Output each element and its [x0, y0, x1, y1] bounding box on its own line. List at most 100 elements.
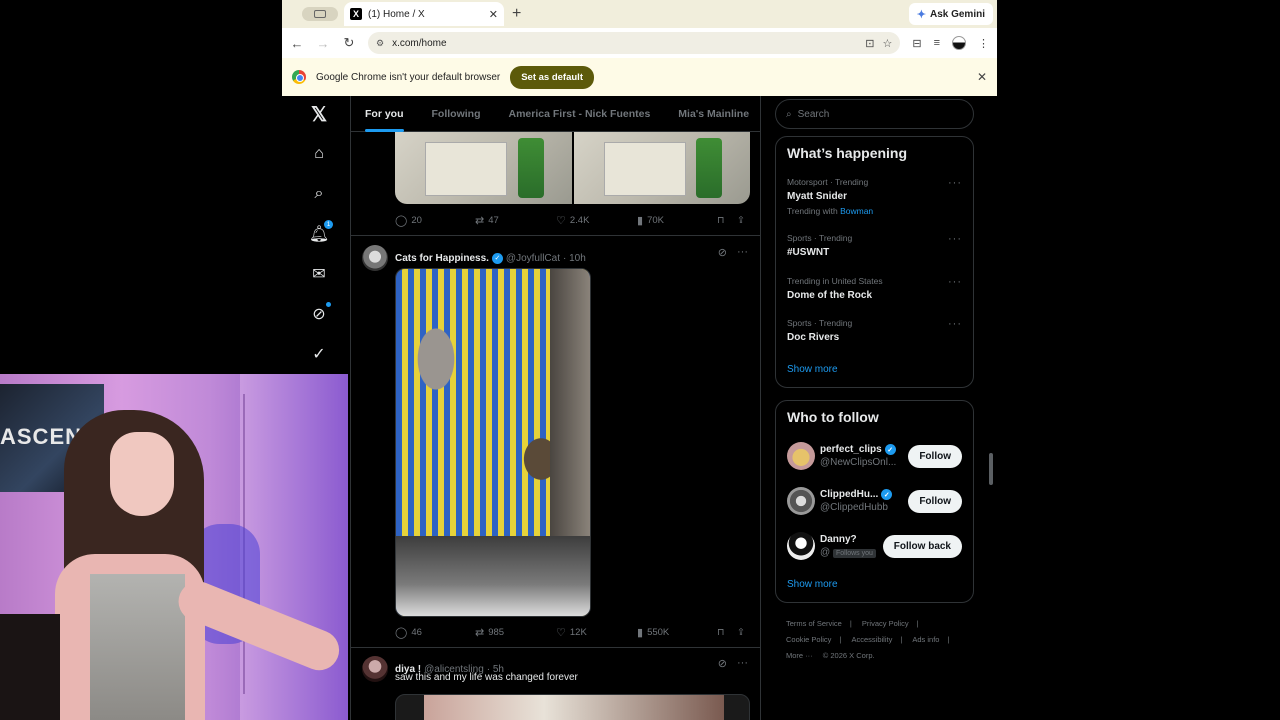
verified-check-icon[interactable]: ✓	[309, 344, 329, 364]
lens-icon[interactable]: ⊟	[912, 37, 921, 50]
avatar[interactable]	[787, 532, 815, 560]
trend-with-link[interactable]: Bowman	[840, 206, 873, 216]
like-button[interactable]: ♡ 2.4K	[556, 214, 637, 227]
follow-back-button[interactable]: Follow back	[882, 534, 962, 558]
trend-more-icon[interactable]: ···	[948, 276, 962, 288]
views-button[interactable]: ▮ 70K	[637, 214, 717, 227]
tab-for-you[interactable]: For you	[351, 96, 418, 132]
post-time[interactable]: · 10h	[563, 253, 586, 264]
avatar[interactable]	[787, 487, 815, 515]
trend-item[interactable]: Trending in United States Dome of the Ro…	[787, 276, 962, 301]
tab-list-america-first[interactable]: America First - Nick Fuentes	[495, 96, 665, 132]
explore-search-icon[interactable]: ⌕	[309, 184, 329, 204]
bookmark-star-icon[interactable]: ☆	[882, 37, 892, 50]
tab-home[interactable]: X (1) Home / X ✕	[344, 2, 504, 26]
trends-show-more-link[interactable]: Show more	[787, 364, 838, 375]
trend-item[interactable]: Sports · Trending #USWNT ···	[787, 233, 962, 258]
repost-button[interactable]: ⇄ 47	[475, 214, 556, 227]
trend-meta: Sports · Trending	[787, 233, 853, 243]
search-input[interactable]: ⌕ Search	[775, 99, 974, 129]
site-info-icon[interactable]: ⚙	[376, 38, 384, 49]
cookie-link[interactable]: Cookie Policy	[786, 635, 831, 644]
infobar-close-icon[interactable]: ✕	[977, 70, 987, 84]
share-icon[interactable]: ⇪	[737, 627, 749, 638]
page-scrollbar[interactable]	[989, 453, 993, 485]
like-button[interactable]: ♡ 12K	[556, 626, 637, 639]
reply-button[interactable]: ◯ 46	[395, 626, 475, 639]
reload-icon[interactable]: ↻	[342, 35, 356, 51]
reply-button[interactable]: ◯ 20	[395, 214, 475, 227]
share-icon[interactable]: ⇪	[737, 215, 749, 226]
views-button[interactable]: ▮ 550K	[637, 626, 717, 639]
post-author-name[interactable]: Cats for Happiness.	[395, 253, 489, 264]
follow-show-more-link[interactable]: Show more	[787, 579, 838, 590]
ads-info-link[interactable]: Ads info	[912, 635, 939, 644]
more-link[interactable]: More ···	[786, 651, 813, 660]
tab-following[interactable]: Following	[418, 96, 495, 132]
like-count: 12K	[569, 626, 587, 638]
forward-icon[interactable]: →	[316, 36, 330, 51]
browser-toolbar: ← → ↻ ⚙ x.com/home ⊡ ☆ ⊟ ≡ ⋮	[282, 28, 997, 58]
post-media[interactable]	[395, 694, 750, 720]
address-bar[interactable]: ⚙ x.com/home ⊡ ☆	[368, 32, 901, 54]
post-media-images[interactable]	[395, 132, 750, 204]
post-divider	[351, 647, 760, 648]
accessibility-link[interactable]: Accessibility	[851, 635, 892, 644]
verified-badge-icon: ✓	[881, 489, 893, 500]
grok-explain-icon[interactable]: ⊘	[718, 246, 727, 259]
more-options-icon[interactable]: ···	[737, 657, 748, 670]
avatar[interactable]	[787, 442, 815, 470]
follow-name[interactable]: perfect_clips	[820, 444, 882, 455]
tab-list-mias-mainline[interactable]: Mia's Mainline	[664, 96, 760, 132]
media-image	[424, 695, 724, 720]
avatar[interactable]	[362, 656, 388, 682]
bookmark-icon[interactable]: ⊓	[717, 627, 737, 638]
follow-button[interactable]: Follow	[908, 489, 962, 513]
trend-title: Dome of the Rock	[787, 290, 873, 301]
home-icon[interactable]: ⌂	[309, 144, 329, 164]
grok-explain-icon[interactable]: ⊘	[718, 657, 727, 670]
follow-suggestion[interactable]: Danny? @ Follows you Follow back	[787, 529, 962, 563]
x-logo-icon[interactable]: 𝕏	[309, 104, 329, 126]
trend-more-icon[interactable]: ···	[948, 318, 962, 330]
new-tab-icon[interactable]: +	[512, 5, 521, 23]
ask-gemini-button[interactable]: ✦ Ask Gemini	[908, 3, 993, 25]
verified-badge-icon: ✓	[884, 444, 896, 455]
back-icon[interactable]: ←	[290, 36, 304, 51]
privacy-link[interactable]: Privacy Policy	[862, 619, 909, 628]
grok-icon[interactable]: ⊘	[309, 302, 331, 324]
follow-suggestion[interactable]: perfect_clips ✓ @NewClipsOnl... Follow	[787, 439, 962, 473]
trend-item[interactable]: Sports · Trending Doc Rivers ···	[787, 318, 962, 343]
view-count: 550K	[647, 626, 670, 638]
avatar[interactable]	[362, 245, 388, 271]
tab-search-button[interactable]	[302, 7, 338, 21]
tab-overview-icon	[314, 10, 326, 18]
follow-suggestion[interactable]: ClippedHu... ✓ @ClippedHubb Follow	[787, 484, 962, 518]
follow-handle: @NewClipsOnl...	[820, 457, 897, 468]
tab-close-icon[interactable]: ✕	[489, 8, 498, 21]
reply-icon: ◯	[395, 626, 408, 639]
repost-button[interactable]: ⇄ 985	[475, 626, 556, 639]
set-as-default-button[interactable]: Set as default	[510, 65, 594, 89]
follow-name[interactable]: Danny?	[820, 534, 883, 545]
post-author-handle[interactable]: @JoyfullCat	[506, 253, 560, 264]
trend-more-icon[interactable]: ···	[948, 233, 962, 245]
install-icon[interactable]: ⊡	[865, 37, 874, 50]
verified-badge-icon: ✓	[491, 252, 503, 264]
media-image[interactable]	[573, 132, 750, 204]
media-controls-icon[interactable]: ≡	[934, 37, 940, 49]
terms-link[interactable]: Terms of Service	[786, 619, 842, 628]
bookmark-icon[interactable]: ⊓	[717, 215, 737, 226]
trend-more-icon[interactable]: ···	[948, 177, 962, 189]
media-image[interactable]	[395, 132, 572, 204]
trend-item[interactable]: Motorsport · Trending Myatt Snider Trend…	[787, 177, 962, 216]
profile-avatar[interactable]	[952, 36, 966, 50]
messages-mail-icon[interactable]: ✉	[309, 264, 329, 284]
follow-name[interactable]: ClippedHu...	[820, 489, 878, 500]
post-video[interactable]	[395, 268, 591, 617]
menu-kebab-icon[interactable]: ⋮	[978, 37, 989, 50]
follow-button[interactable]: Follow	[908, 444, 962, 468]
notifications-bell-icon[interactable]: 🔔︎ 1	[309, 220, 333, 244]
url-text[interactable]: x.com/home	[392, 38, 857, 49]
more-options-icon[interactable]: ···	[737, 246, 748, 259]
